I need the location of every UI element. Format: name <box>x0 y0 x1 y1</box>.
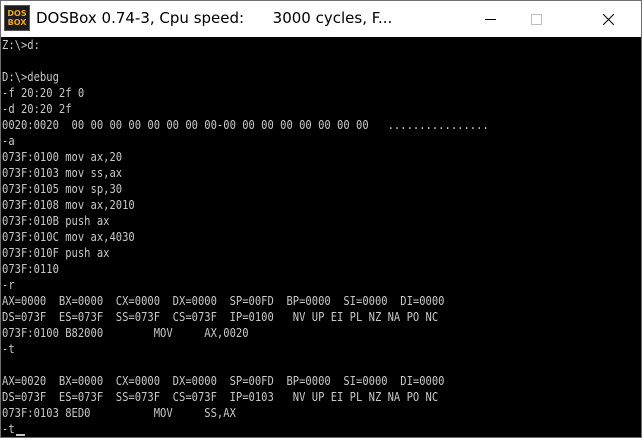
console-line: 073F:010F push ax <box>2 245 110 260</box>
icon-text-bottom: BOX <box>7 18 27 27</box>
console-line: 073F:0110 <box>2 261 59 276</box>
console-line: 073F:0100 mov ax,20 <box>2 149 123 164</box>
console-line: -f 20:20 2f 0 <box>2 85 85 100</box>
console-line: 073F:0103 8ED0 MOV SS,AX <box>2 405 236 420</box>
console-line: 073F:0105 mov sp,30 <box>2 181 123 196</box>
window-title: DOSBox 0.74-3, Cpu speed: 3000 cycles, F… <box>36 9 393 27</box>
maximize-button[interactable] <box>513 1 559 37</box>
dosbox-app-icon[interactable]: DOS BOX <box>4 5 30 31</box>
close-button[interactable] <box>585 1 631 37</box>
console-line: -a <box>2 133 15 148</box>
close-icon <box>603 14 614 25</box>
text-cursor <box>16 434 25 436</box>
console-line: 073F:010B push ax <box>2 213 110 228</box>
console-line: D:\>debug <box>2 69 59 84</box>
console-line: 073F:0103 mov ss,ax <box>2 165 123 180</box>
console-line: 0020:0020 00 00 00 00 00 00 00 00-00 00 … <box>2 117 489 132</box>
console-line: 073F:0100 B82000 MOV AX,0020 <box>2 325 249 340</box>
minimize-button[interactable] <box>467 1 513 37</box>
maximize-icon <box>531 14 542 25</box>
console-line: DS=073F ES=073F SS=073F CS=073F IP=0103 … <box>2 389 439 404</box>
dosbox-window: DOS BOX DOSBox 0.74-3, Cpu speed: 3000 c… <box>0 0 642 438</box>
console-line: -r <box>2 277 15 292</box>
console-line: -d 20:20 2f <box>2 101 72 116</box>
console-line: AX=0020 BX=0000 CX=0000 DX=0000 SP=00FD … <box>2 373 445 388</box>
console-line: AX=0000 BX=0000 CX=0000 DX=0000 SP=00FD … <box>2 293 445 308</box>
dos-console[interactable]: Z:\>d: D:\>debug -f 20:20 2f 0 -d 20:20 … <box>1 37 641 437</box>
console-line: DS=073F ES=073F SS=073F CS=073F IP=0100 … <box>2 309 439 324</box>
console-line: Z:\>d: <box>2 37 40 52</box>
icon-text-top: DOS <box>7 9 27 18</box>
console-line: 073F:0108 mov ax,2010 <box>2 197 135 212</box>
console-line: -t <box>2 341 15 356</box>
title-bar[interactable]: DOS BOX DOSBox 0.74-3, Cpu speed: 3000 c… <box>1 1 641 37</box>
minimize-icon <box>485 19 496 20</box>
console-line: 073F:010C mov ax,4030 <box>2 229 135 244</box>
console-line: -t <box>2 421 15 436</box>
